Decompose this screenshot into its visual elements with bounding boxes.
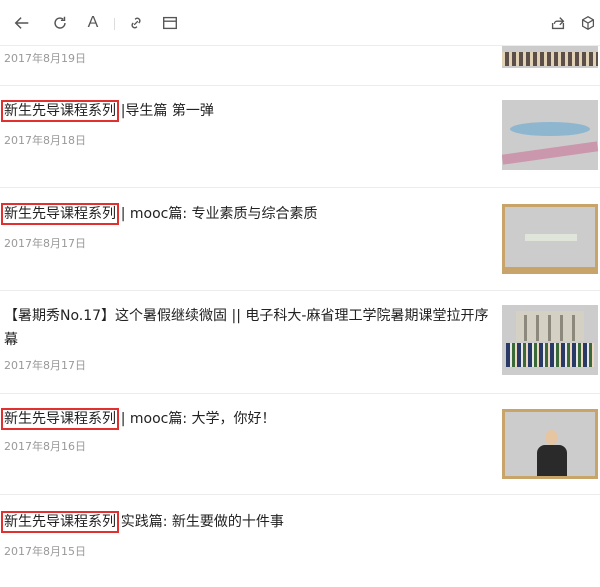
share-button[interactable] bbox=[548, 13, 568, 33]
article-date: 2017年8月17日 bbox=[4, 359, 86, 372]
list-item[interactable]: 新生先导课程系列|| mooc篇: 大学，你好！ 2017年8月16日 bbox=[0, 394, 600, 495]
cube-icon bbox=[581, 15, 595, 31]
list-item[interactable]: 新生先导课程系列||导生篇 第一弹 2017年8月18日 bbox=[0, 86, 600, 188]
article-title[interactable]: 【暑期秀No.17】这个暑假继续微固 || 电子科大-麻省理工学院暑期课堂拉开序… bbox=[4, 304, 490, 352]
list-item[interactable]: 【暑期秀No.17】这个暑假继续微固 || 电子科大-麻省理工学院暑期课堂拉开序… bbox=[0, 291, 600, 394]
list-item[interactable]: 2017年8月19日 bbox=[0, 16, 600, 86]
arrow-left-icon bbox=[14, 17, 29, 29]
highlighted-keyword: 新生先导课程系列 bbox=[1, 203, 119, 225]
article-date: 2017年8月15日 bbox=[4, 545, 86, 558]
link-icon bbox=[131, 17, 141, 29]
article-title[interactable]: 新生先导课程系列||导生篇 第一弹 bbox=[1, 99, 490, 123]
highlighted-keyword: 新生先导课程系列 bbox=[1, 511, 119, 533]
extension-button[interactable] bbox=[578, 13, 598, 33]
toolbar-separator bbox=[114, 18, 115, 30]
article-title[interactable]: 新生先导课程系列|实践篇: 新生要做的十件事 bbox=[1, 510, 490, 534]
article-title-text: |实践篇: 新生要做的十件事 bbox=[116, 514, 284, 530]
share-icon bbox=[551, 17, 565, 30]
reader-mode-button[interactable] bbox=[160, 13, 180, 33]
article-title-text: || mooc篇: 大学，你好！ bbox=[116, 411, 276, 427]
font-size-button[interactable]: A bbox=[83, 13, 103, 33]
list-item[interactable]: 新生先导课程系列|实践篇: 新生要做的十件事 2017年8月15日 bbox=[0, 495, 600, 587]
article-title[interactable]: 新生先导课程系列|| mooc篇: 大学，你好！ bbox=[1, 407, 490, 431]
article-date: 2017年8月18日 bbox=[4, 134, 86, 147]
article-title[interactable]: 新生先导课程系列|| mooc篇: 专业素质与综合素质 bbox=[1, 202, 490, 226]
article-date: 2017年8月19日 bbox=[4, 52, 86, 65]
article-title-text: ||导生篇 第一弹 bbox=[116, 103, 214, 119]
article-date: 2017年8月16日 bbox=[4, 440, 86, 453]
copy-link-button[interactable] bbox=[126, 13, 146, 33]
reader-mode-icon bbox=[163, 16, 177, 30]
article-thumbnail[interactable] bbox=[502, 100, 598, 170]
refresh-icon bbox=[54, 16, 66, 29]
article-title-text: || mooc篇: 专业素质与综合素质 bbox=[116, 206, 318, 222]
article-thumbnail[interactable] bbox=[502, 204, 598, 274]
article-thumbnail[interactable] bbox=[502, 305, 598, 375]
list-item[interactable]: 新生先导课程系列|| mooc篇: 专业素质与综合素质 2017年8月17日 bbox=[0, 188, 600, 291]
highlighted-keyword: 新生先导课程系列 bbox=[1, 100, 119, 122]
highlighted-keyword: 新生先导课程系列 bbox=[1, 408, 119, 430]
back-button[interactable] bbox=[12, 13, 32, 33]
browser-toolbar: A bbox=[0, 0, 600, 46]
article-thumbnail[interactable] bbox=[502, 409, 598, 479]
refresh-button[interactable] bbox=[50, 13, 70, 33]
article-date: 2017年8月17日 bbox=[4, 237, 86, 250]
